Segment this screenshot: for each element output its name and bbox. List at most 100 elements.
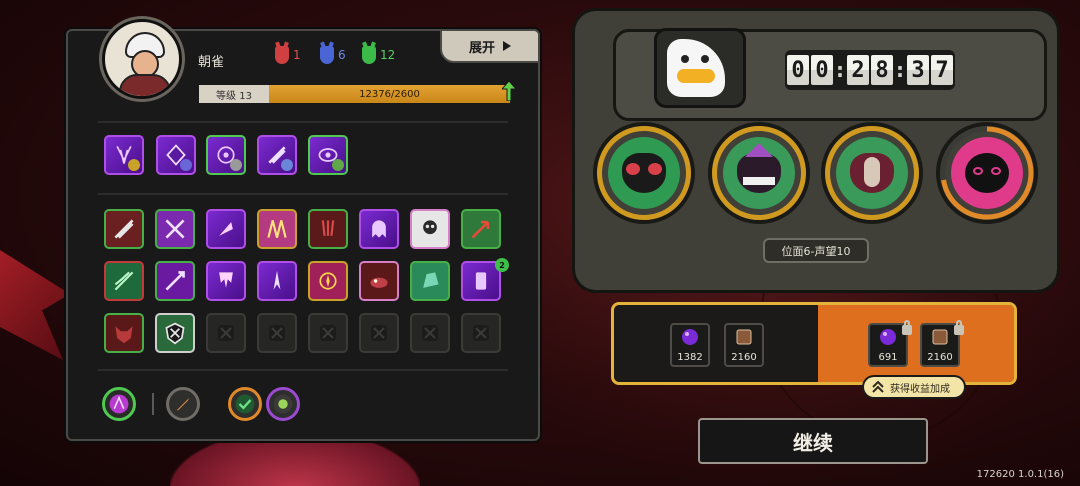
silhouette-boss-icon — [965, 153, 1009, 193]
lock-icon — [954, 320, 964, 335]
trinket-slot[interactable] — [228, 387, 262, 421]
ability-slot[interactable] — [102, 387, 136, 421]
version-label: 172620 1.0.1(16) — [976, 469, 1064, 480]
blue-gem-icon — [180, 159, 192, 171]
relic-slot[interactable] — [206, 135, 246, 175]
empty-skill-slot[interactable] — [410, 313, 450, 353]
run-timer: 0 0 : 2 8 : 3 7 — [785, 50, 955, 90]
continue-button[interactable]: 继续 — [698, 418, 928, 464]
separator — [152, 393, 154, 415]
purple-orb-icon — [682, 329, 698, 345]
skill-slot[interactable] — [257, 209, 297, 249]
relic-slot[interactable] — [104, 135, 144, 175]
expand-label: 展开 — [468, 40, 495, 56]
reward-value: 2160 — [731, 352, 757, 363]
skill-slot[interactable] — [155, 209, 195, 249]
duck-portrait-frame — [654, 28, 746, 108]
relic-slot[interactable] — [156, 135, 196, 175]
book-icon — [932, 329, 948, 345]
fang-skill-icon — [273, 270, 281, 290]
reward-value: 1382 — [677, 352, 703, 363]
skill-slot[interactable] — [359, 209, 399, 249]
purple-orb-icon — [880, 329, 896, 345]
skill-slot[interactable] — [104, 209, 144, 249]
skill-slot[interactable] — [461, 209, 501, 249]
wind-slash-icon — [114, 271, 134, 291]
boss-portrait[interactable] — [825, 126, 919, 220]
reward-value: 691 — [878, 352, 898, 363]
empty-skill-slot[interactable] — [206, 313, 246, 353]
skill-slot[interactable] — [308, 209, 348, 249]
plane-reputation-label: 位面6-声望10 — [763, 238, 869, 263]
player-name: 朝雀 — [198, 55, 225, 70]
demon-mask-icon — [115, 326, 133, 344]
reward-item[interactable]: 2160 — [724, 323, 764, 367]
rune-orb-icon — [273, 394, 293, 414]
blue-mask-icon — [320, 46, 334, 64]
book-icon — [736, 329, 752, 345]
green-check-icon — [235, 394, 255, 414]
empty-skill-slot[interactable] — [461, 313, 501, 353]
boss-portrait-current[interactable] — [940, 126, 1034, 220]
empty-slot-icon — [269, 325, 285, 341]
gold-gem-icon — [128, 159, 140, 171]
timer-digit: 0 — [787, 55, 809, 85]
empty-skill-slot[interactable] — [257, 313, 297, 353]
reward-value: 2160 — [927, 352, 953, 363]
trinket-slot[interactable] — [266, 387, 300, 421]
bonus-reward-area — [818, 305, 1014, 382]
beast-skill-icon — [370, 277, 388, 288]
relic-slot[interactable] — [257, 135, 297, 175]
relic-slot[interactable] — [308, 135, 348, 175]
fanged-boss-icon — [737, 143, 781, 193]
spear-skill-icon — [165, 271, 185, 291]
boss-portrait[interactable] — [712, 126, 806, 220]
boss-portrait[interactable] — [597, 126, 691, 220]
skill-slot[interactable] — [359, 261, 399, 301]
skill-slot[interactable] — [104, 313, 144, 353]
purple-claw-icon — [109, 394, 129, 414]
player-avatar[interactable] — [102, 19, 182, 99]
skill-slot[interactable] — [410, 261, 450, 301]
skill-slot[interactable] — [410, 209, 450, 249]
character-panel: 朝雀 1 6 12 展开 等级 13 12376/2600 2 — [66, 19, 540, 441]
bonus-yield-badge[interactable]: 获得收益加成 — [864, 377, 964, 397]
skill-slot[interactable] — [155, 261, 195, 301]
skill-slot[interactable] — [308, 261, 348, 301]
dagger-icon — [176, 397, 190, 411]
xp-text: 12376/2600 — [359, 88, 420, 100]
level-label: 等级 13 — [199, 85, 269, 103]
drip-skill-icon — [219, 272, 233, 288]
upgrade-count-badge: 2 — [495, 258, 509, 272]
skill-slot[interactable] — [155, 313, 195, 353]
timer-colon: : — [896, 58, 904, 82]
empty-slot-icon — [218, 325, 234, 341]
timer-digit: 3 — [907, 55, 929, 85]
skill-slot[interactable] — [104, 261, 144, 301]
expand-button[interactable]: 展开 — [440, 29, 540, 63]
reward-box: 1382 2160 691 2160 — [611, 302, 1017, 385]
empty-slot-icon — [473, 325, 489, 341]
skill-slot[interactable] — [206, 261, 246, 301]
blue-gem-icon — [281, 159, 293, 171]
skill-slot[interactable] — [206, 209, 246, 249]
skull-skill-icon — [423, 220, 437, 235]
green-mask-icon — [362, 46, 376, 64]
duck-icon — [667, 39, 725, 97]
divider — [98, 121, 508, 123]
reward-item[interactable]: 1382 — [670, 323, 710, 367]
claw-skill-icon — [321, 220, 335, 236]
skill-slot[interactable] — [257, 261, 297, 301]
cross-blades-icon — [165, 219, 185, 239]
shield-cross-icon — [165, 322, 185, 345]
empty-skill-slot[interactable] — [308, 313, 348, 353]
lock-icon — [902, 320, 912, 335]
blue-mask-count: 6 — [320, 46, 346, 64]
level-up-arrow-icon[interactable] — [502, 81, 516, 101]
empty-skill-slot[interactable] — [359, 313, 399, 353]
green-mask-count: 12 — [362, 46, 395, 64]
divider — [98, 369, 508, 371]
spikes-skill-icon — [267, 220, 287, 238]
weapon-slot[interactable] — [166, 387, 200, 421]
strike-skill-icon — [219, 222, 233, 236]
